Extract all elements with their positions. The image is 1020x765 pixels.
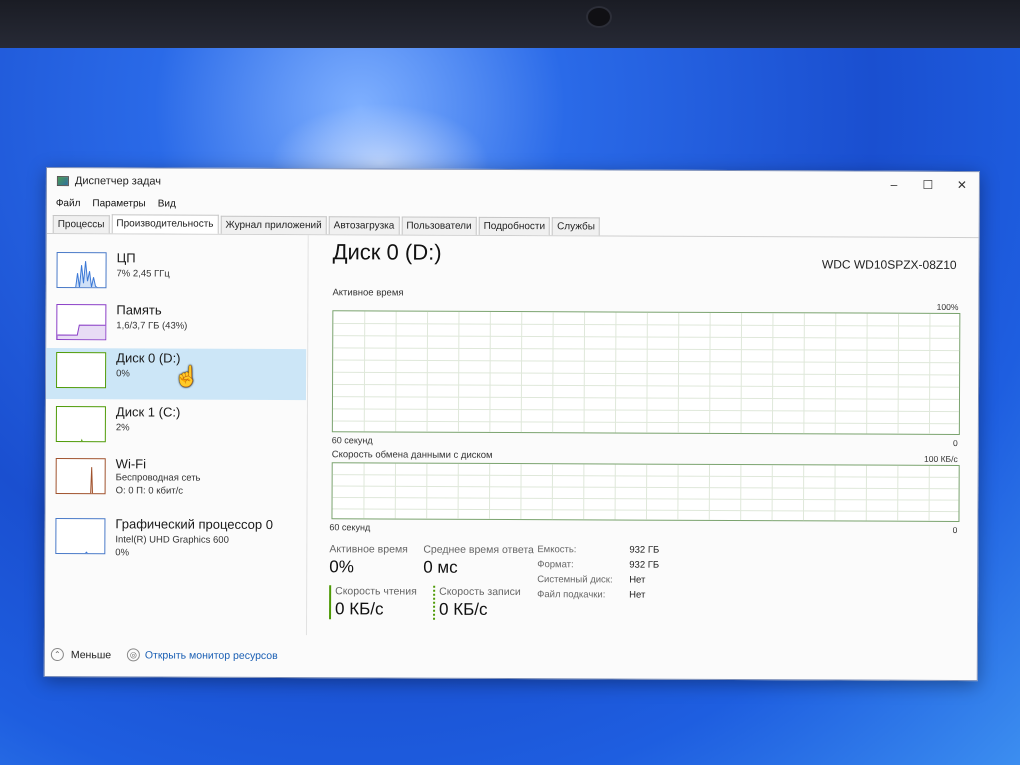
- sidebar-subtitle: Беспроводная сеть: [115, 472, 201, 484]
- menu-view[interactable]: Вид: [158, 198, 176, 209]
- fewer-details-button[interactable]: Меньше: [71, 649, 111, 661]
- format-value: 932 ГБ: [629, 559, 660, 571]
- disk-model: WDC WD10SPZX-08Z10: [821, 257, 957, 272]
- active-time-stat-label: Активное время: [329, 543, 408, 556]
- cpu-thumbnail-graph: [56, 252, 107, 289]
- resource-sidebar: ЦП 7% 2,45 ГГц Память 1,6/3,7 ГБ (43%) Д…: [44, 234, 309, 636]
- page-file-value: Нет: [629, 589, 646, 601]
- format-label: Формат:: [537, 559, 574, 571]
- sidebar-title: Графический процессор 0: [115, 516, 274, 532]
- avg-response-stat-label: Среднее время ответа: [423, 543, 534, 557]
- tab-users[interactable]: Пользователи: [401, 216, 477, 235]
- resource-monitor-icon: ◎: [126, 648, 140, 662]
- wifi-thumbnail-graph: [55, 458, 106, 495]
- sidebar-title: Память: [116, 302, 162, 318]
- active-time-graph-grid: [332, 311, 961, 435]
- webcam: [586, 6, 612, 28]
- disk-title: Диск 0 (D:): [332, 239, 442, 265]
- tab-app-history[interactable]: Журнал приложений: [220, 215, 327, 235]
- avg-response-stat-value: 0 мс: [423, 557, 458, 577]
- active-time-graph-min: 0: [953, 437, 958, 448]
- window-title: Диспетчер задач: [74, 175, 162, 188]
- disk-1-thumbnail-graph: [55, 406, 106, 443]
- sidebar-item-wifi[interactable]: Wi-Fi Беспроводная сеть О: 0 П: 0 кбит/с: [46, 454, 306, 506]
- write-speed-label: Скорость записи: [439, 585, 521, 599]
- read-speed-marker: [329, 585, 332, 620]
- transfer-rate-graph-max: 100 КБ/с: [924, 453, 958, 464]
- read-speed-value: 0 КБ/с: [335, 599, 384, 619]
- transfer-rate-graph-label: Скорость обмена данными с диском: [331, 449, 493, 461]
- close-button[interactable]: ✕: [945, 174, 979, 196]
- sidebar-subtitle: 2%: [115, 422, 130, 434]
- minimize-button[interactable]: –: [877, 174, 911, 196]
- sidebar-title: Диск 0 (D:): [116, 350, 181, 366]
- active-time-graph-max: 100%: [936, 301, 959, 312]
- page-file-label: Файл подкачки:: [537, 589, 606, 601]
- sidebar-item-disk-1[interactable]: Диск 1 (C:) 2%: [46, 402, 306, 454]
- system-disk-label: Системный диск:: [537, 574, 613, 586]
- sidebar-item-memory[interactable]: Память 1,6/3,7 ГБ (43%): [46, 300, 306, 352]
- memory-thumbnail-graph: [56, 304, 107, 341]
- active-time-stat-value: 0%: [329, 557, 354, 577]
- sidebar-subtitle: Intel(R) UHD Graphics 600: [115, 534, 229, 546]
- active-time-graph-label: Активное время: [332, 287, 404, 299]
- menu-options[interactable]: Параметры: [92, 198, 145, 209]
- sidebar-item-gpu[interactable]: Графический процессор 0 Intel(R) UHD Gra…: [45, 514, 305, 566]
- maximize-button[interactable]: ☐: [911, 174, 945, 196]
- transfer-rate-graph-timespan: 60 секунд: [329, 522, 371, 533]
- sidebar-subtitle: 1,6/3,7 ГБ (43%): [116, 320, 188, 332]
- read-speed-label: Скорость чтения: [335, 585, 417, 598]
- hand-cursor-icon: ☝: [174, 366, 199, 388]
- sidebar-subtitle: 7% 2,45 ГГц: [116, 268, 170, 280]
- disk-0-thumbnail-graph: [56, 352, 107, 389]
- sidebar-subtitle: 0%: [116, 368, 130, 380]
- task-manager-window: Диспетчер задач – ☐ ✕ Файл Параметры Вид…: [43, 167, 980, 682]
- write-speed-marker: [433, 585, 436, 620]
- tab-details[interactable]: Подробности: [478, 216, 551, 236]
- system-disk-value: Нет: [629, 574, 646, 586]
- title-bar[interactable]: Диспетчер задач – ☐ ✕: [47, 168, 979, 198]
- performance-content: ЦП 7% 2,45 ГГц Память 1,6/3,7 ГБ (43%) Д…: [44, 234, 979, 682]
- capacity-value: 932 ГБ: [629, 544, 660, 556]
- active-time-graph-timespan: 60 секунд: [331, 435, 373, 446]
- disk-detail-pane: Диск 0 (D:) WDC WD10SPZX-08Z10 Активное …: [329, 235, 967, 638]
- menu-file[interactable]: Файл: [56, 198, 81, 209]
- tab-startup[interactable]: Автозагрузка: [328, 216, 400, 235]
- sidebar-title: Wi-Fi: [115, 456, 147, 472]
- transfer-rate-graph: [331, 462, 960, 522]
- sidebar-title: ЦП: [116, 250, 136, 266]
- tab-services[interactable]: Службы: [552, 217, 601, 236]
- open-resource-monitor-link[interactable]: Открыть монитор ресурсов: [145, 649, 278, 662]
- write-speed-value: 0 КБ/с: [439, 599, 488, 619]
- chevron-up-icon[interactable]: ⌃: [50, 648, 64, 662]
- tab-processes[interactable]: Процессы: [52, 215, 110, 234]
- task-manager-icon: [56, 176, 69, 187]
- transfer-rate-graph-grid: [332, 463, 960, 522]
- sidebar-item-cpu[interactable]: ЦП 7% 2,45 ГГц: [46, 248, 306, 300]
- transfer-rate-graph-min: 0: [952, 524, 958, 535]
- footer-bar: ⌃ Меньше ◎ Открыть монитор ресурсов: [45, 644, 977, 672]
- capacity-label: Емкость:: [537, 544, 577, 556]
- sidebar-title: Диск 1 (C:): [115, 404, 181, 420]
- gpu-thumbnail-graph: [55, 518, 106, 555]
- sidebar-subtitle-2: 0%: [115, 547, 130, 559]
- sidebar-subtitle-2: О: 0 П: 0 кбит/с: [115, 485, 184, 497]
- active-time-graph: [331, 310, 961, 435]
- tab-performance[interactable]: Производительность: [111, 214, 219, 234]
